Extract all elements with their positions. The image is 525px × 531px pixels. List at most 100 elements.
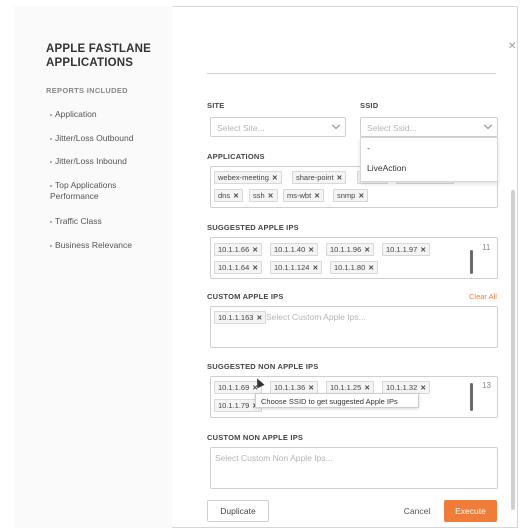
remove-icon[interactable]: ✕ [420,385,426,392]
chip-text: ssh [253,191,265,200]
bullet-icon [50,137,52,140]
chip-text: webex-meeting [218,173,269,182]
remove-icon[interactable]: ✕ [308,385,314,392]
bullet-icon [50,113,52,116]
report-item-application[interactable]: Application [50,109,97,120]
ssid-placeholder: Select Ssid... [367,123,417,133]
report-item-top-apps[interactable]: Top Applications Performance [50,180,140,202]
chip-text: share-point [296,173,334,182]
clear-all-link[interactable]: Clear All [469,292,497,301]
report-item-label: Top Applications Performance [50,180,117,201]
chip-text: 10.1.1.79 [218,401,250,410]
report-item-label: Jitter/Loss Inbound [55,156,127,166]
suggested-non-apple-label: SUGGESTED NON APPLE IPS [207,362,319,371]
cancel-button[interactable]: Cancel [394,500,440,522]
ssid-option[interactable]: LiveAction [361,163,497,173]
close-icon[interactable]: ✕ [508,41,516,52]
chip-text: 10.1.1.25 [330,383,362,392]
remove-icon[interactable]: ✕ [233,193,239,200]
chevron-down-icon [483,120,493,130]
report-item-label: Traffic Class [55,216,102,226]
duplicate-button[interactable]: Duplicate [207,500,269,522]
chip-text: 10.1.1.40 [274,245,306,254]
report-item-label: Jitter/Loss Outbound [55,133,134,143]
remove-icon[interactable]: ✕ [358,193,364,200]
suggested-non-apple-count: 13 [482,381,491,390]
chip-text: 10.1.1.64 [218,263,250,272]
ssid-dropdown: - LiveAction [360,137,498,182]
chip-text: 10.1.1.97 [386,245,418,254]
chip-app: webex-meeting ✕ [214,171,282,184]
suggested-apple-label: SUGGESTED APPLE IPS [207,223,299,232]
chip-app: snmp ✕ [333,189,369,202]
chip-ip: 10.1.1.97 ✕ [382,243,431,256]
ssid-label: SSID [360,101,379,110]
remove-icon[interactable]: ✕ [312,265,318,272]
chip-app: share-point ✕ [292,171,347,184]
chip-text: ms-wbt [287,191,312,200]
applications-label: APPLICATIONS [207,152,265,161]
remove-icon[interactable]: ✕ [314,193,320,200]
bullet-icon [50,220,52,223]
report-item-business-relevance[interactable]: Business Relevance [50,240,132,251]
report-item-label: Business Relevance [55,240,133,250]
remove-icon[interactable]: ✕ [272,175,278,182]
remove-icon[interactable]: ✕ [364,247,370,254]
remove-icon[interactable]: ✕ [308,247,314,254]
chip-text: snmp [337,191,356,200]
chip-ip: 10.1.1.124 ✕ [270,261,323,274]
chip-text: 10.1.1.36 [274,383,306,392]
remove-icon[interactable]: ✕ [337,175,343,182]
chip-text: 10.1.1.96 [330,245,362,254]
chip-text: 10.1.1.80 [334,263,366,272]
remove-icon[interactable]: ✕ [256,315,262,322]
modal-scrollbar[interactable] [511,190,515,510]
chip-ip: 10.1.1.96 ✕ [326,243,375,256]
chip-text: 10.1.1.163 [218,313,254,322]
chip-ip: 10.1.1.64 ✕ [214,261,263,274]
suggested-non-apple-scrollbar[interactable] [470,383,473,411]
remove-icon[interactable]: ✕ [252,247,258,254]
remove-icon[interactable]: ✕ [364,385,370,392]
bullet-icon [50,244,52,247]
chip-ip: 10.1.1.163 ✕ [214,311,267,324]
chip-ip: 10.1.1.80 ✕ [330,261,379,274]
report-item-label: Application [55,109,97,119]
remove-icon[interactable]: ✕ [252,265,258,272]
site-label: SITE [207,101,225,110]
chip-text: 10.1.1.66 [218,245,250,254]
remove-icon[interactable]: ✕ [268,193,274,200]
chip-text: dns [218,191,231,200]
suggested-apple-count: 11 [482,243,491,252]
reports-included-label: REPORTS INCLUDED [46,86,128,95]
ssid-tooltip: Choose SSID to get suggested Apple IPs [255,393,419,408]
site-select[interactable]: Select Site... [210,117,346,137]
ssid-select[interactable]: Select Ssid... [360,117,498,137]
ssid-option[interactable]: - [361,143,497,153]
execute-button[interactable]: Execute [444,500,497,522]
custom-non-apple-placeholder: Select Custom Non Apple Ips... [215,453,333,463]
chip-app: ssh ✕ [249,189,278,202]
remove-icon[interactable]: ✕ [420,247,426,254]
report-item-jitter-inbound[interactable]: Jitter/Loss Inbound [50,156,127,167]
chip-text: 10.1.1.124 [274,263,310,272]
sidebar [14,6,172,528]
chip-app: dns ✕ [214,189,243,202]
divider [207,73,496,74]
custom-apple-label: CUSTOM APPLE IPS [207,292,284,301]
suggested-apple-scrollbar[interactable] [470,250,473,274]
app-title: APPLE FASTLANE APPLICATIONS [46,43,152,69]
custom-apple-placeholder: Select Custom Apple Ips... [266,312,366,322]
chip-ip: 10.1.1.66 ✕ [214,243,263,256]
report-item-jitter-outbound[interactable]: Jitter/Loss Outbound [50,133,133,144]
chip-text: 10.1.1.69 [218,383,250,392]
bullet-icon [50,184,52,187]
chip-app: ms-wbt ✕ [283,189,325,202]
bullet-icon [50,160,52,163]
chip-text: 10.1.1.32 [386,383,418,392]
report-item-traffic-class[interactable]: Traffic Class [50,216,102,227]
remove-icon[interactable]: ✕ [368,265,374,272]
chip-ip: 10.1.1.40 ✕ [270,243,319,256]
site-placeholder: Select Site... [217,123,265,133]
chevron-down-icon [331,120,341,130]
